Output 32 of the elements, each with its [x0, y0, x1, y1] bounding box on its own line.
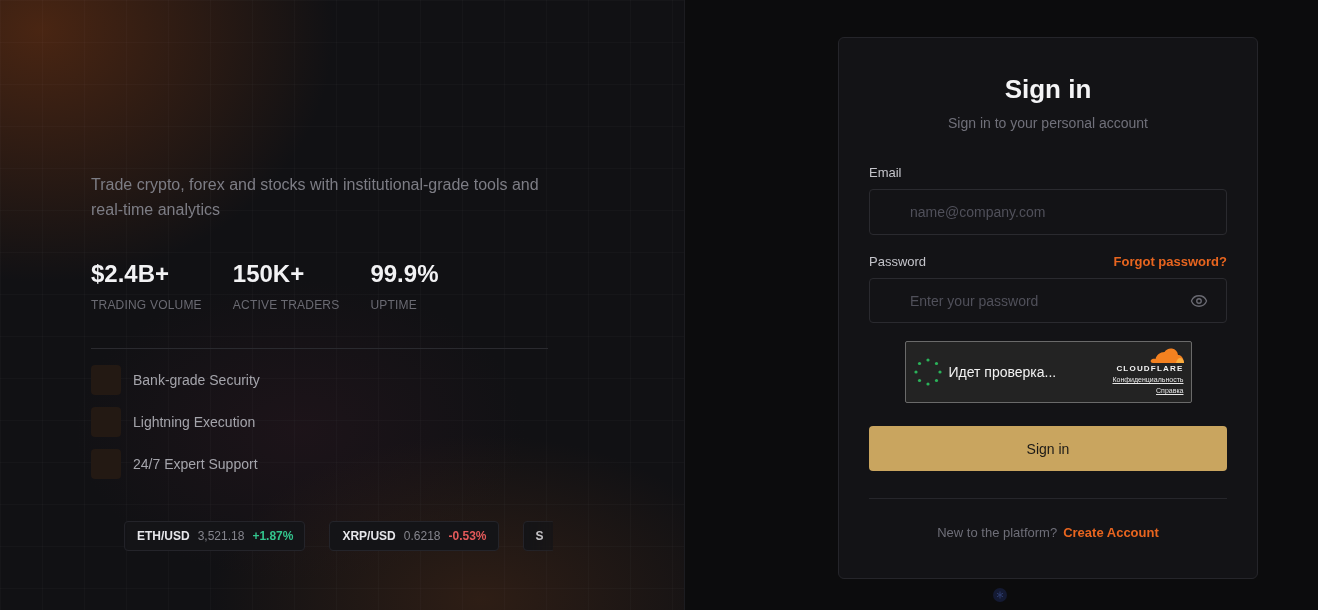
cloud-logo-icon: [1149, 348, 1184, 363]
footer-prompt: New to the platform?: [937, 524, 1058, 542]
captcha-brand: CLOUDFLARE: [1116, 364, 1184, 374]
ticker-price: 0.6218: [403, 529, 441, 543]
feature-label: 24/7 Expert Support: [133, 456, 258, 472]
password-field[interactable]: Enter your password: [869, 278, 1227, 323]
feature-label: Bank-grade Security: [133, 372, 260, 388]
stat-label: UPTIME: [370, 297, 417, 313]
tagline: Trade crypto, forex and stocks with institutional-grade tools and real-time analytics: [91, 175, 540, 220]
ticker-change: +1.87%: [252, 529, 294, 543]
password-label: Password: [869, 253, 927, 271]
stat-label: ACTIVE TRADERS: [232, 297, 340, 313]
stat-value: 150K+: [232, 259, 305, 289]
spinner-icon: [912, 357, 943, 387]
eye-icon[interactable]: [1190, 292, 1208, 310]
stat-value: 99.9%: [370, 259, 439, 289]
ticker-price: 3,521.18: [197, 529, 245, 543]
email-field[interactable]: name@company.com: [869, 189, 1227, 235]
ticker-pair: S: [535, 529, 544, 543]
forgot-password-link[interactable]: Forgot password?: [1113, 253, 1227, 271]
email-label: Email: [869, 164, 902, 182]
feature-label: Lightning Execution: [133, 414, 256, 430]
stat-label: TRADING VOLUME: [91, 297, 202, 313]
sign-in-button[interactable]: Sign in: [869, 426, 1227, 471]
card-subtitle: Sign in to your personal account: [947, 114, 1149, 133]
captcha-status: Идет проверка...: [948, 364, 1057, 380]
stat-value: $2.4B+: [91, 259, 170, 289]
card-title: Sign in: [1003, 73, 1093, 106]
create-account-link[interactable]: Create Account: [1063, 523, 1159, 543]
ticker-pair: XRP/USD: [342, 529, 396, 543]
ticker-change: -0.53%: [448, 529, 487, 543]
ticker-pair: ETH/USD: [137, 529, 190, 543]
